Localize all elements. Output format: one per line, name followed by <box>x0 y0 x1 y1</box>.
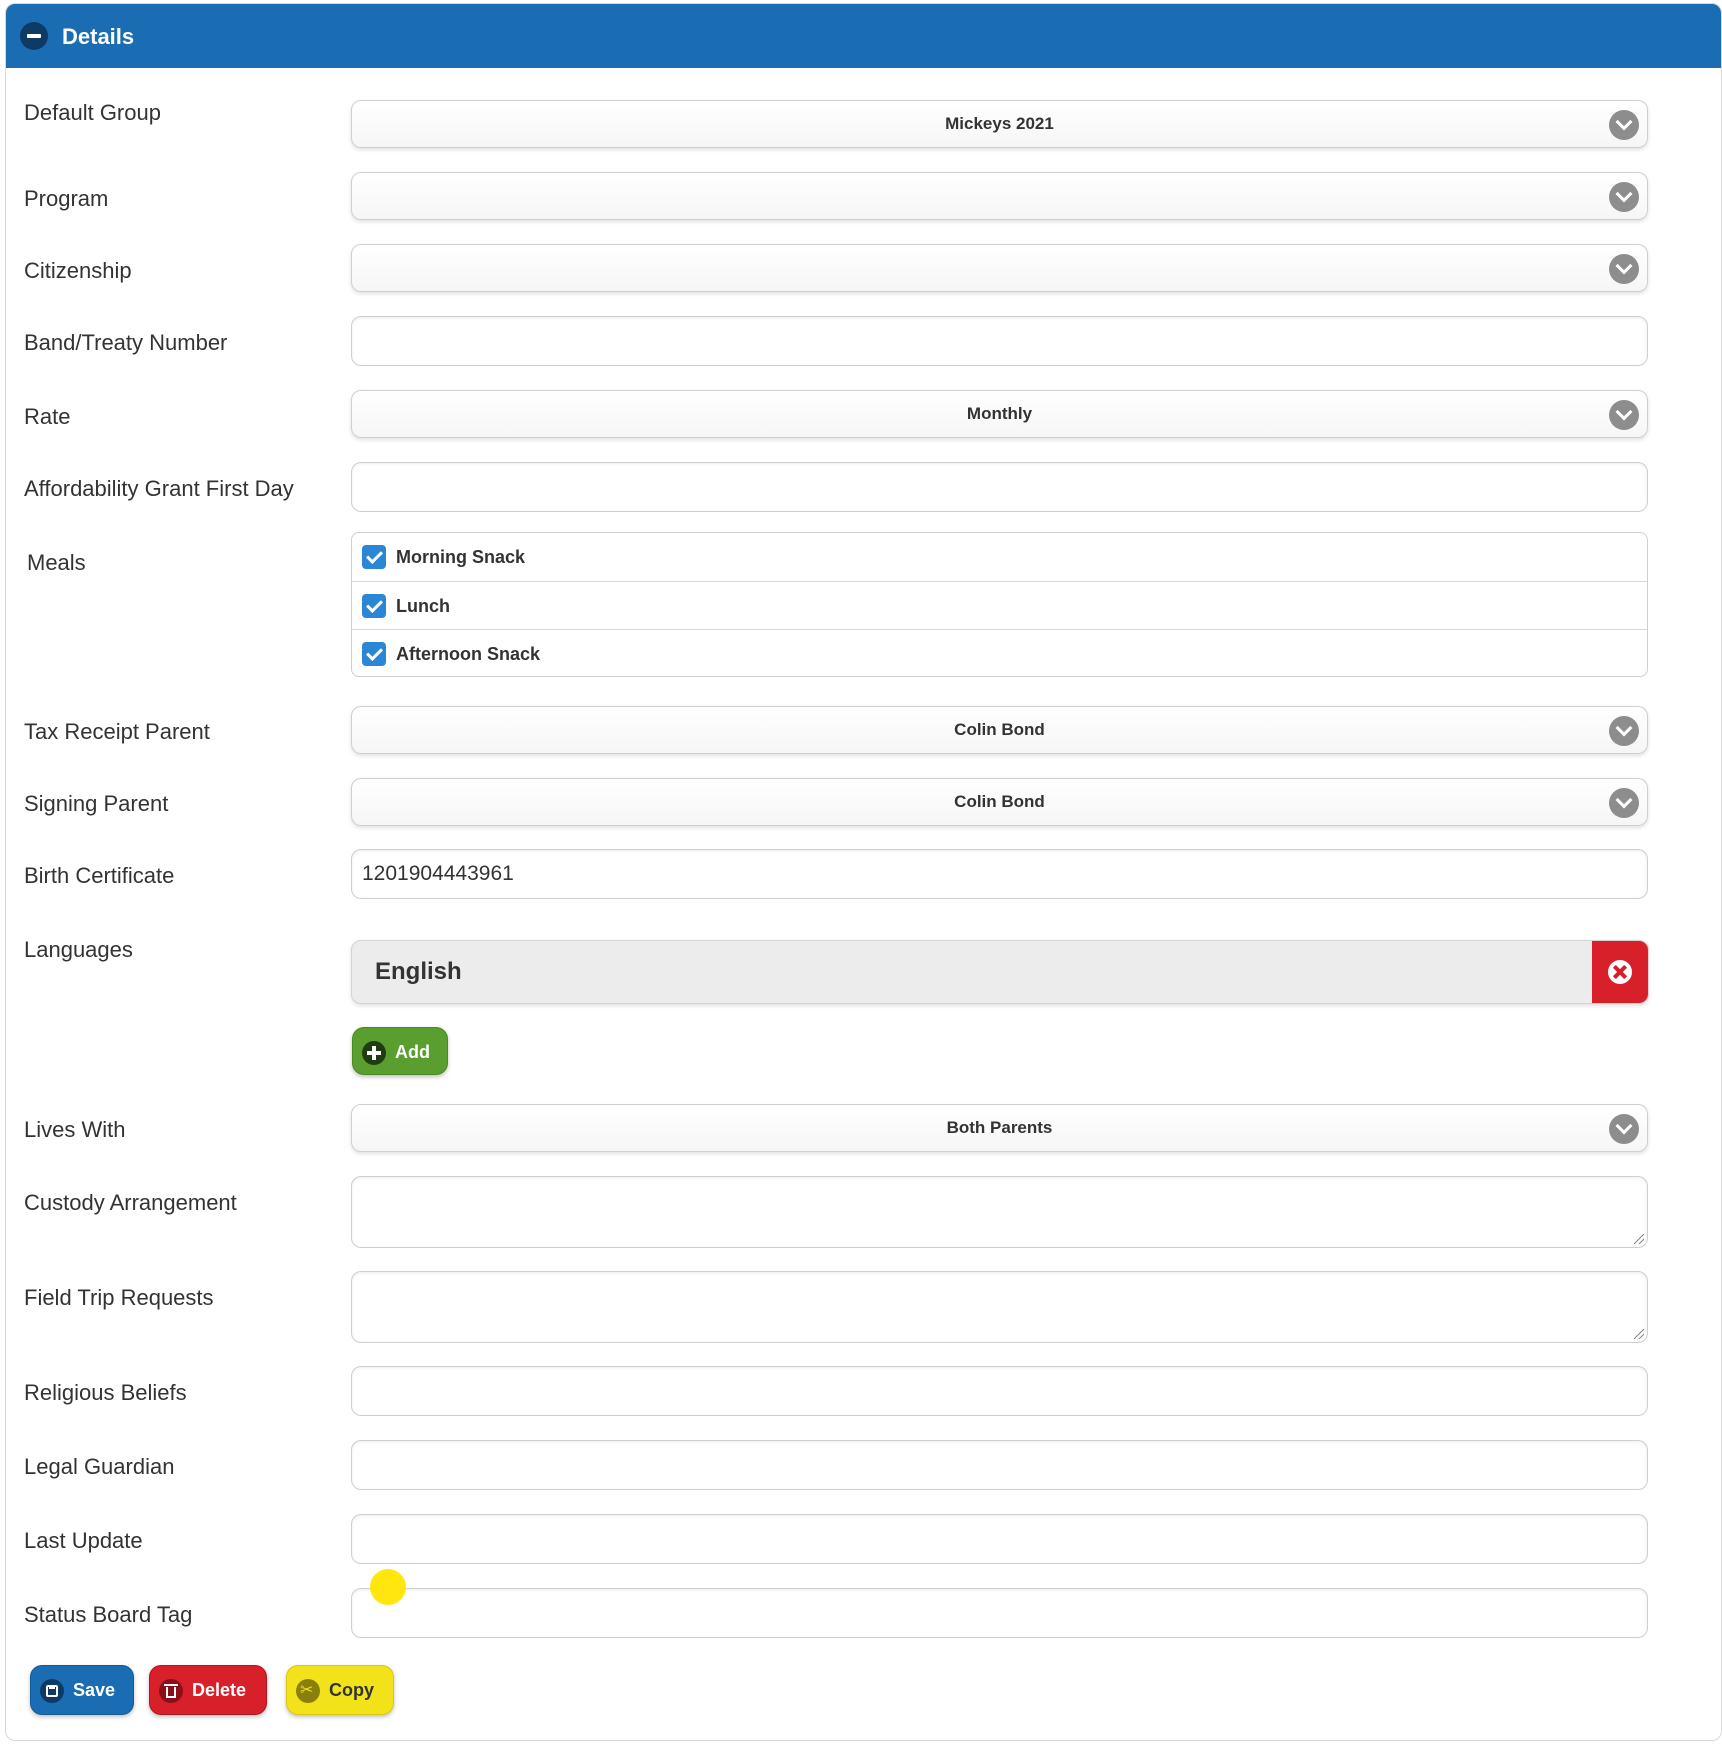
citizenship-label: Citizenship <box>24 258 132 283</box>
chevron-down-icon <box>1609 788 1639 818</box>
custody-textarea[interactable] <box>351 1176 1648 1248</box>
copy-label: Copy <box>329 1680 374 1700</box>
meal-option[interactable]: Afternoon Snack <box>352 629 1647 678</box>
legal-guardian-input[interactable] <box>351 1440 1648 1490</box>
chevron-down-icon <box>1609 716 1639 746</box>
lives-with-value: Both Parents <box>946 1118 1053 1137</box>
remove-language-button[interactable] <box>1592 941 1648 1003</box>
meal-option-label: Afternoon Snack <box>396 644 541 664</box>
legal-guardian-label: Legal Guardian <box>24 1454 175 1479</box>
language-item-label: English <box>375 958 462 985</box>
language-item: English <box>351 940 1649 1004</box>
add-language-button[interactable]: Add <box>352 1027 448 1075</box>
chevron-down-icon <box>1609 254 1639 284</box>
affordability-input[interactable] <box>351 462 1648 512</box>
plus-icon <box>362 1041 386 1065</box>
citizenship-select[interactable] <box>351 244 1648 292</box>
rate-select[interactable]: Monthly <box>351 390 1648 438</box>
floppy-disk-icon <box>40 1679 64 1703</box>
languages-label: Languages <box>24 937 133 962</box>
rate-value: Monthly <box>966 404 1033 423</box>
signing-parent-value: Colin Bond <box>954 792 1045 811</box>
panel-title: Details <box>62 24 135 49</box>
birth-certificate-label: Birth Certificate <box>24 863 175 888</box>
meal-option-label: Lunch <box>396 596 450 616</box>
default-group-label: Default Group <box>24 100 161 125</box>
collapse-icon[interactable] <box>20 22 48 50</box>
meal-option[interactable]: Lunch <box>352 581 1647 630</box>
resize-grip-icon[interactable] <box>1634 1329 1644 1339</box>
field-trip-label: Field Trip Requests <box>24 1285 214 1310</box>
status-board-label: Status Board Tag <box>24 1602 193 1627</box>
signing-parent-label: Signing Parent <box>24 791 169 816</box>
religious-label: Religious Beliefs <box>24 1380 187 1405</box>
program-select[interactable] <box>351 172 1648 220</box>
chevron-down-icon <box>1609 400 1639 430</box>
delete-button[interactable]: Delete <box>149 1665 267 1715</box>
custody-label: Custody Arrangement <box>24 1190 237 1215</box>
affordability-label: Affordability Grant First Day <box>24 476 294 501</box>
tax-receipt-parent-value: Colin Bond <box>954 720 1045 739</box>
trash-icon <box>159 1679 183 1703</box>
scissors-icon <box>296 1667 320 1715</box>
delete-label: Delete <box>192 1680 247 1700</box>
checkbox-checked-icon[interactable] <box>362 594 386 618</box>
last-update-input[interactable] <box>351 1514 1648 1564</box>
cursor-highlight <box>370 1569 406 1605</box>
checkbox-checked-icon[interactable] <box>362 545 386 569</box>
birth-certificate-input[interactable]: 1201904443961 <box>351 849 1648 899</box>
band-treaty-input[interactable] <box>351 316 1648 366</box>
resize-grip-icon[interactable] <box>1634 1234 1644 1244</box>
default-group-value: Mickeys 2021 <box>945 114 1054 133</box>
lives-with-select[interactable]: Both Parents <box>351 1104 1648 1152</box>
tax-receipt-parent-select[interactable]: Colin Bond <box>351 706 1648 754</box>
checkbox-checked-icon[interactable] <box>362 642 386 666</box>
last-update-label: Last Update <box>24 1528 143 1553</box>
program-label: Program <box>24 186 109 211</box>
rate-label: Rate <box>24 404 71 429</box>
chevron-down-icon <box>1609 182 1639 212</box>
meals-label: Meals <box>27 550 86 575</box>
add-language-label: Add <box>395 1042 430 1062</box>
close-icon <box>1608 960 1632 984</box>
save-button[interactable]: Save <box>30 1665 134 1715</box>
panel-header[interactable]: Details <box>6 4 1721 68</box>
tax-receipt-parent-label: Tax Receipt Parent <box>24 719 210 744</box>
band-treaty-label: Band/Treaty Number <box>24 330 228 355</box>
meal-option-label: Morning Snack <box>396 547 526 567</box>
field-trip-textarea[interactable] <box>351 1271 1648 1343</box>
meal-option[interactable]: Morning Snack <box>352 533 1647 581</box>
meals-list: Morning Snack Lunch Afternoon Snack <box>351 532 1648 677</box>
chevron-down-icon <box>1609 1114 1639 1144</box>
save-label: Save <box>73 1680 116 1700</box>
copy-button[interactable]: Copy <box>286 1665 394 1715</box>
chevron-down-icon <box>1609 110 1639 140</box>
lives-with-label: Lives With <box>24 1117 126 1142</box>
signing-parent-select[interactable]: Colin Bond <box>351 778 1648 826</box>
religious-input[interactable] <box>351 1366 1648 1416</box>
default-group-select[interactable]: Mickeys 2021 <box>351 100 1648 148</box>
status-board-input[interactable] <box>351 1588 1648 1638</box>
